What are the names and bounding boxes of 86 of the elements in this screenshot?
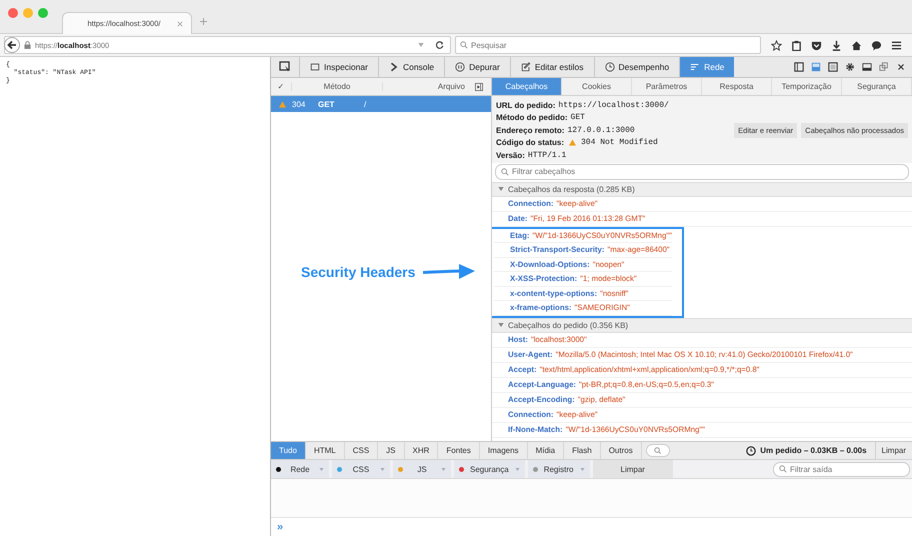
close-window-button[interactable]: [8, 8, 18, 18]
type-filter-button[interactable]: Outros: [600, 442, 642, 459]
summary-value: 127.0.0.1:3000: [567, 126, 635, 135]
search-icon: [779, 465, 787, 473]
tool-icon: [690, 62, 700, 72]
devtools-tab[interactable]: Depurar: [444, 57, 510, 77]
pocket-icon[interactable]: [811, 40, 822, 50]
summary-label: Método do pedido:: [496, 113, 568, 122]
detail-tab[interactable]: Segurança: [842, 78, 912, 95]
network-summary: Um pedido – 0.03KB – 0.00s: [760, 446, 867, 455]
search-icon: [460, 41, 468, 49]
window-icon[interactable]: [879, 62, 889, 72]
type-filter-button[interactable]: Flash: [564, 442, 601, 459]
search-field[interactable]: Pesquisar: [471, 37, 760, 53]
tool-icon: [520, 62, 531, 72]
status-code: 304: [292, 100, 306, 108]
tool-icon: [604, 62, 615, 72]
filter-field[interactable]: Filtrar saída: [790, 462, 909, 476]
summary-label: Versão:: [496, 150, 525, 160]
dock-icon[interactable]: [811, 62, 821, 72]
detail-tab[interactable]: Cookies: [562, 78, 632, 95]
menu-icon[interactable]: [891, 40, 902, 50]
tool-icon: [310, 62, 320, 72]
expand-arrow-icon[interactable]: [498, 187, 504, 191]
clipboard-icon[interactable]: [791, 40, 802, 50]
chat-icon[interactable]: [871, 40, 882, 50]
file-text: /: [364, 100, 366, 108]
console-filter-button[interactable]: Rede: [271, 460, 329, 478]
home-icon[interactable]: [851, 40, 862, 50]
search-icon: [501, 168, 509, 176]
panel-icon[interactable]: [828, 62, 838, 72]
summary-value: GET: [570, 113, 585, 122]
filter-field[interactable]: Filtrar cabeçalhos: [495, 164, 909, 180]
devtools-tab[interactable]: Console: [378, 57, 444, 77]
reload-icon[interactable]: [436, 41, 444, 49]
expand-arrow-icon[interactable]: [498, 323, 504, 327]
detail-tab[interactable]: Temporização: [772, 78, 842, 95]
detail-tab[interactable]: Parâmetros: [632, 78, 702, 95]
filter-field[interactable]: Filtrar saída: [773, 462, 910, 476]
element-picker-icon[interactable]: [279, 61, 291, 73]
layout-icon[interactable]: [794, 62, 804, 72]
settings-icon[interactable]: [845, 62, 855, 72]
annotation-label: Security Headers: [301, 264, 416, 280]
section-header[interactable]: Cabeçalhos da resposta (0.285 KB): [492, 182, 912, 196]
dock-bottom-icon[interactable]: [862, 62, 872, 72]
column-header[interactable]: Método: [291, 82, 383, 91]
sidebar-toggle-icon[interactable]: [475, 82, 483, 90]
section-header[interactable]: Cabeçalhos do pedido (0.356 KB): [492, 318, 912, 332]
summary-value: HTTP/1.1: [528, 150, 566, 160]
type-filter-button[interactable]: XHR: [404, 442, 438, 459]
back-icon[interactable]: [4, 37, 20, 53]
star-icon[interactable]: [771, 40, 782, 50]
type-filter-button[interactable]: Imagens: [480, 442, 528, 459]
close-icon[interactable]: [896, 62, 906, 72]
summary-label: Código do status:: [496, 138, 564, 148]
tool-icon: [455, 62, 466, 72]
annotation-arrow: [423, 264, 476, 280]
console-filter-button[interactable]: CSS: [332, 460, 390, 478]
console-filter-button[interactable]: Registro: [528, 460, 590, 478]
type-filter-button[interactable]: JS: [378, 442, 405, 459]
summary-label: URL do pedido:: [496, 100, 556, 110]
type-filter-button[interactable]: CSS: [344, 442, 378, 459]
clear-button[interactable]: Limpar: [874, 442, 912, 459]
devtools-tab[interactable]: Editar estilos: [510, 57, 594, 77]
clock-icon: [746, 446, 756, 456]
warning-icon: [279, 100, 286, 108]
console-filter-button[interactable]: JS: [393, 460, 451, 478]
method-text: GET: [318, 100, 336, 108]
download-icon[interactable]: [831, 40, 842, 50]
summary-label: Endereço remoto:: [496, 126, 564, 135]
search-field[interactable]: Pesquisar: [455, 36, 761, 54]
detail-tab[interactable]: Resposta: [702, 78, 772, 95]
type-filter-button[interactable]: Mídia: [528, 442, 564, 459]
column-header[interactable]: ✓: [271, 82, 291, 91]
type-filter-button[interactable]: HTML: [306, 442, 345, 459]
lock-icon: [24, 41, 31, 49]
devtools-tab[interactable]: Inspecionar: [299, 57, 378, 77]
console-filter-button[interactable]: Segurança: [454, 460, 525, 478]
search-icon[interactable]: [646, 444, 670, 457]
summary-value: https://localhost:3000/: [558, 100, 669, 110]
summary-value: 304 Not Modified: [581, 138, 658, 148]
filter-field[interactable]: Filtrar cabeçalhos: [512, 164, 908, 178]
tool-icon: [388, 62, 399, 72]
type-filter-button[interactable]: Fontes: [438, 442, 480, 459]
column-header[interactable]: Arquivo: [383, 82, 475, 91]
clear-button[interactable]: Limpar: [592, 460, 673, 478]
